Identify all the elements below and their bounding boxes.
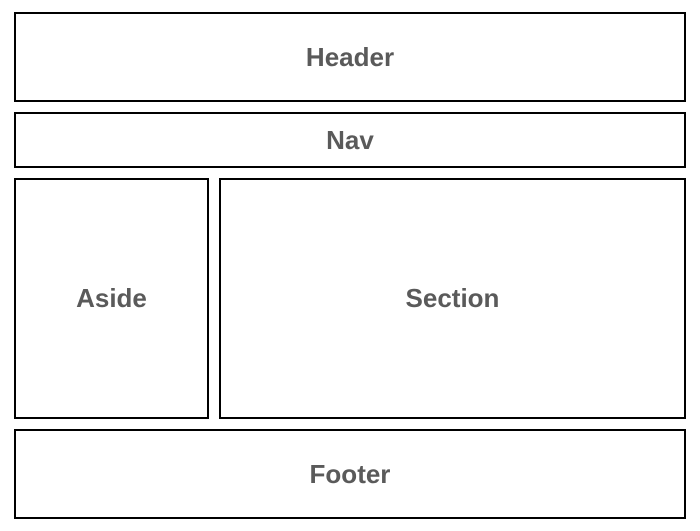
middle-row: Aside Section [14,178,686,419]
aside-region: Aside [14,178,209,419]
nav-region: Nav [14,112,686,168]
footer-region: Footer [14,429,686,519]
nav-label: Nav [326,125,374,156]
header-label: Header [306,42,394,73]
layout-diagram: Header Nav Aside Section Footer [0,0,700,531]
header-region: Header [14,12,686,102]
section-label: Section [406,283,500,314]
aside-label: Aside [76,283,147,314]
footer-label: Footer [310,459,391,490]
section-region: Section [219,178,686,419]
